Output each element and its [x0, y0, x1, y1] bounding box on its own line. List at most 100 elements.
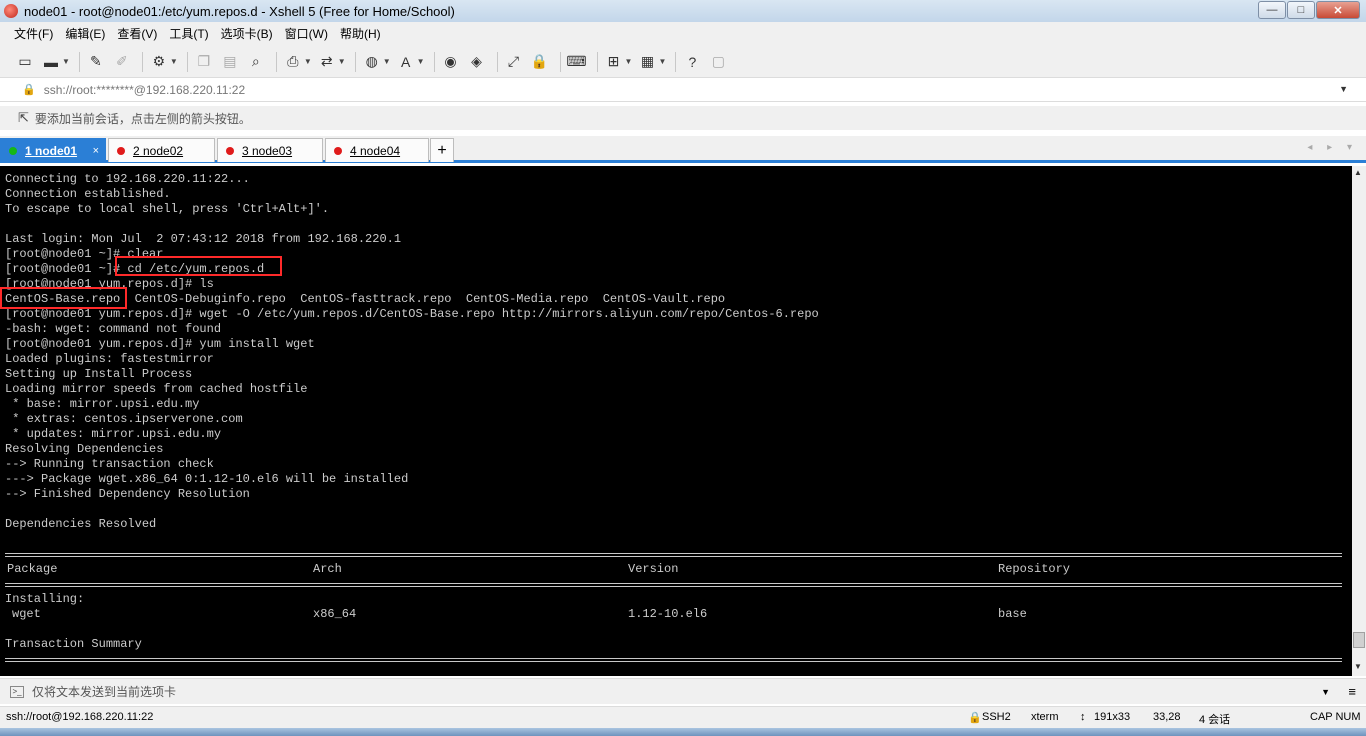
chevron-down-icon[interactable]: ▼ — [658, 57, 666, 66]
fullscreen-icon[interactable]: ⤢ — [503, 51, 525, 73]
toolbar-divider — [78, 51, 80, 72]
toolbar-divider — [675, 51, 677, 72]
session-hint-bar: ⇱ 要添加当前会话，点击左侧的箭头按钮。 — [0, 106, 1366, 130]
tab-label: 3 node03 — [242, 143, 293, 158]
tab-node03[interactable]: 3 node03 — [217, 138, 323, 162]
tab-label: 1 node01 — [25, 143, 78, 158]
lock-icon: 🔒 — [968, 712, 982, 724]
open-folder-icon[interactable]: ▬ — [40, 51, 62, 73]
terminal-line: Setting up Install Process — [5, 367, 193, 381]
terminal-line: [root@node01 yum.repos.d]# wget -O /etc/… — [5, 307, 819, 321]
menu-tab[interactable]: 选项卡(B) — [215, 22, 279, 46]
address-bar[interactable]: 🔒 ssh://root:********@192.168.220.11:22 … — [0, 78, 1366, 102]
minimize-button[interactable]: — — [1258, 1, 1286, 19]
tab-node04[interactable]: 4 node04 — [325, 138, 429, 162]
reconnect-icon[interactable]: ✎ — [85, 51, 107, 73]
chevron-down-icon[interactable]: ▼ — [1321, 687, 1330, 697]
keyboard-icon[interactable]: ⌨ — [566, 51, 588, 73]
status-keys: CAP NUM — [1310, 711, 1361, 723]
scroll-thumb[interactable] — [1353, 632, 1365, 648]
chevron-down-icon[interactable]: ▼ — [417, 57, 425, 66]
transfer-icon[interactable]: ⇄ — [316, 51, 338, 73]
tab-node02[interactable]: 2 node02 — [108, 138, 215, 162]
paste-icon[interactable]: ▤ — [219, 51, 241, 73]
terminal-line: Connecting to 192.168.220.11:22... — [5, 172, 250, 186]
terminal-scrollbar[interactable]: ▲ ▼ — [1352, 166, 1366, 676]
chevron-down-icon[interactable]: ▼ — [170, 57, 178, 66]
toolbar-divider — [186, 51, 188, 72]
find-icon[interactable]: ⌕ — [245, 51, 267, 73]
xftp-icon[interactable]: ◉ — [440, 51, 462, 73]
chevron-down-icon[interactable]: ▼ — [338, 57, 346, 66]
add-tab-button[interactable]: + — [430, 138, 454, 162]
close-button[interactable]: ✕ — [1316, 1, 1360, 19]
chat-icon[interactable]: ▢ — [707, 51, 729, 73]
highlight-box-cd-command — [115, 256, 282, 276]
scroll-up-icon[interactable]: ▲ — [1354, 168, 1362, 177]
menu-file[interactable]: 文件(F) — [8, 22, 59, 46]
font-icon[interactable]: A — [395, 51, 417, 73]
toolbar-divider — [596, 51, 598, 72]
status-bar: ssh://root@192.168.220.11:22 🔒 SSH2 xter… — [0, 706, 1366, 728]
menu-edit[interactable]: 编辑(E) — [59, 22, 111, 46]
terminal-line: --> Running transaction check — [5, 457, 214, 471]
status-protocol: SSH2 — [982, 711, 1011, 723]
menu-view[interactable]: 查看(V) — [111, 22, 163, 46]
xshell-window: node01 - root@node01:/etc/yum.repos.d - … — [0, 0, 1366, 736]
maximize-button[interactable]: □ — [1287, 1, 1315, 19]
table-separator — [5, 547, 1342, 562]
tab-bar: 1 node01 × 2 node02 3 node03 4 node04 + … — [0, 136, 1366, 163]
layout-icon[interactable]: ▦ — [636, 51, 658, 73]
table-header-cell: Package — [7, 562, 58, 576]
scroll-down-icon[interactable]: ▼ — [1354, 662, 1362, 671]
properties-icon[interactable]: ⚙ — [148, 51, 170, 73]
compose-input[interactable]: 仅将文本发送到当前选项卡 — [32, 683, 176, 700]
close-tab-icon[interactable]: × — [93, 145, 99, 157]
disconnected-status-icon — [334, 146, 342, 155]
terminal-line: Resolving Dependencies — [5, 442, 164, 456]
new-tab-icon[interactable]: ⊞ — [603, 51, 625, 73]
table-header-cell: Repository — [998, 562, 1071, 576]
menu-tools[interactable]: 工具(T) — [163, 22, 214, 46]
status-size: 191x33 — [1094, 711, 1131, 723]
tab-node01[interactable]: 1 node01 × — [0, 138, 106, 162]
terminal-line: --> Finished Dependency Resolution — [5, 487, 250, 501]
compose-bar[interactable]: >_ 仅将文本发送到当前选项卡 ▼ ≡ — [0, 678, 1366, 704]
copy-icon[interactable]: ❐ — [193, 51, 215, 73]
chevron-down-icon[interactable]: ▼ — [1339, 84, 1348, 94]
window-controls: — □ ✕ — [1257, 1, 1360, 19]
toolbar-divider — [354, 51, 356, 72]
windows-taskbar — [0, 728, 1366, 736]
tab-navigation-icons[interactable]: ◂ ▸ ▾ — [1307, 142, 1358, 153]
chevron-down-icon[interactable]: ▼ — [62, 57, 70, 66]
status-terminal: xterm — [1031, 711, 1059, 723]
script-icon[interactable]: ◈ — [466, 51, 488, 73]
terminal-line: [root@node01 yum.repos.d]# yum install w… — [5, 337, 315, 351]
print-icon[interactable]: ⎙ — [282, 51, 304, 73]
chevron-down-icon[interactable]: ▼ — [625, 57, 633, 66]
menu-help[interactable]: 帮助(H) — [334, 22, 387, 46]
menu-icon[interactable]: ≡ — [1348, 684, 1356, 699]
address-input[interactable]: ssh://root:********@192.168.220.11:22 — [44, 83, 245, 97]
help-icon[interactable]: ? — [681, 51, 703, 73]
arrow-icon[interactable]: ⇱ — [18, 110, 29, 126]
new-session-icon[interactable]: ▭ — [14, 51, 36, 73]
table-header-cell: Version — [628, 562, 679, 576]
terminal-line: Dependencies Resolved — [5, 517, 157, 531]
table-header-row: PackageArchVersionRepositorySize — [5, 562, 1070, 577]
menu-window[interactable]: 窗口(W) — [279, 22, 334, 46]
lock-icon[interactable]: 🔒 — [529, 51, 551, 73]
terminal-output[interactable]: Connecting to 192.168.220.11:22... Connec… — [0, 166, 1352, 676]
disconnected-status-icon — [117, 146, 125, 155]
chevron-down-icon[interactable]: ▼ — [304, 57, 312, 66]
lock-icon: 🔒 — [22, 84, 36, 96]
toolbar-divider — [141, 51, 143, 72]
disconnected-status-icon — [226, 146, 234, 155]
disconnect-icon[interactable]: ✐ — [111, 51, 133, 73]
xshell-logo-icon — [4, 4, 18, 18]
tab-label: 2 node02 — [133, 143, 184, 158]
globe-icon[interactable]: ◍ — [361, 51, 383, 73]
transaction-summary: Transaction Summary — [5, 637, 142, 651]
chevron-down-icon[interactable]: ▼ — [383, 57, 391, 66]
